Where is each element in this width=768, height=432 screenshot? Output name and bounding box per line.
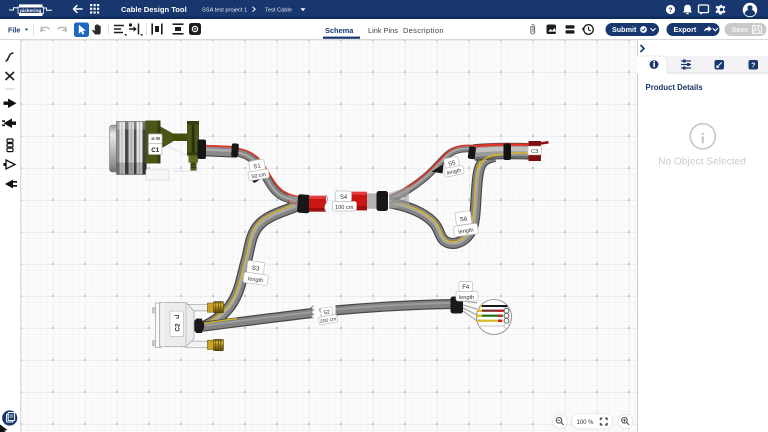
svg-text:pickering: pickering [20,8,41,14]
svg-text:Cable Design Tool: Cable Design Tool [121,5,187,14]
svg-text:100 cm: 100 cm [335,205,354,211]
svg-text:Submit: Submit [612,25,637,34]
svg-text:SSA test project 1: SSA test project 1 [202,7,247,13]
svg-text:C1: C1 [151,147,159,154]
svg-text:S3: S3 [251,265,260,273]
svg-text:length: length [459,295,474,301]
svg-text:No Object Selected: No Object Selected [658,157,746,168]
svg-text:C2: C2 [175,323,182,332]
svg-text:Description: Description [403,26,444,35]
svg-text:Link Pins: Link Pins [368,26,398,35]
svg-text:Product Details: Product Details [646,83,704,92]
svg-text:?: ? [669,7,673,14]
svg-text:Export: Export [674,25,697,34]
svg-text:Save: Save [732,25,749,34]
svg-text:File: File [8,26,20,35]
svg-text:S6: S6 [459,215,468,223]
svg-text:S4: S4 [340,195,348,201]
svg-text:?: ? [751,62,755,69]
svg-text:100 %: 100 % [576,420,594,426]
svg-text:Schema: Schema [325,26,354,35]
svg-text:Test Cable: Test Cable [265,7,292,13]
svg-text:C3: C3 [531,149,538,155]
svg-text:F4: F4 [462,285,470,291]
